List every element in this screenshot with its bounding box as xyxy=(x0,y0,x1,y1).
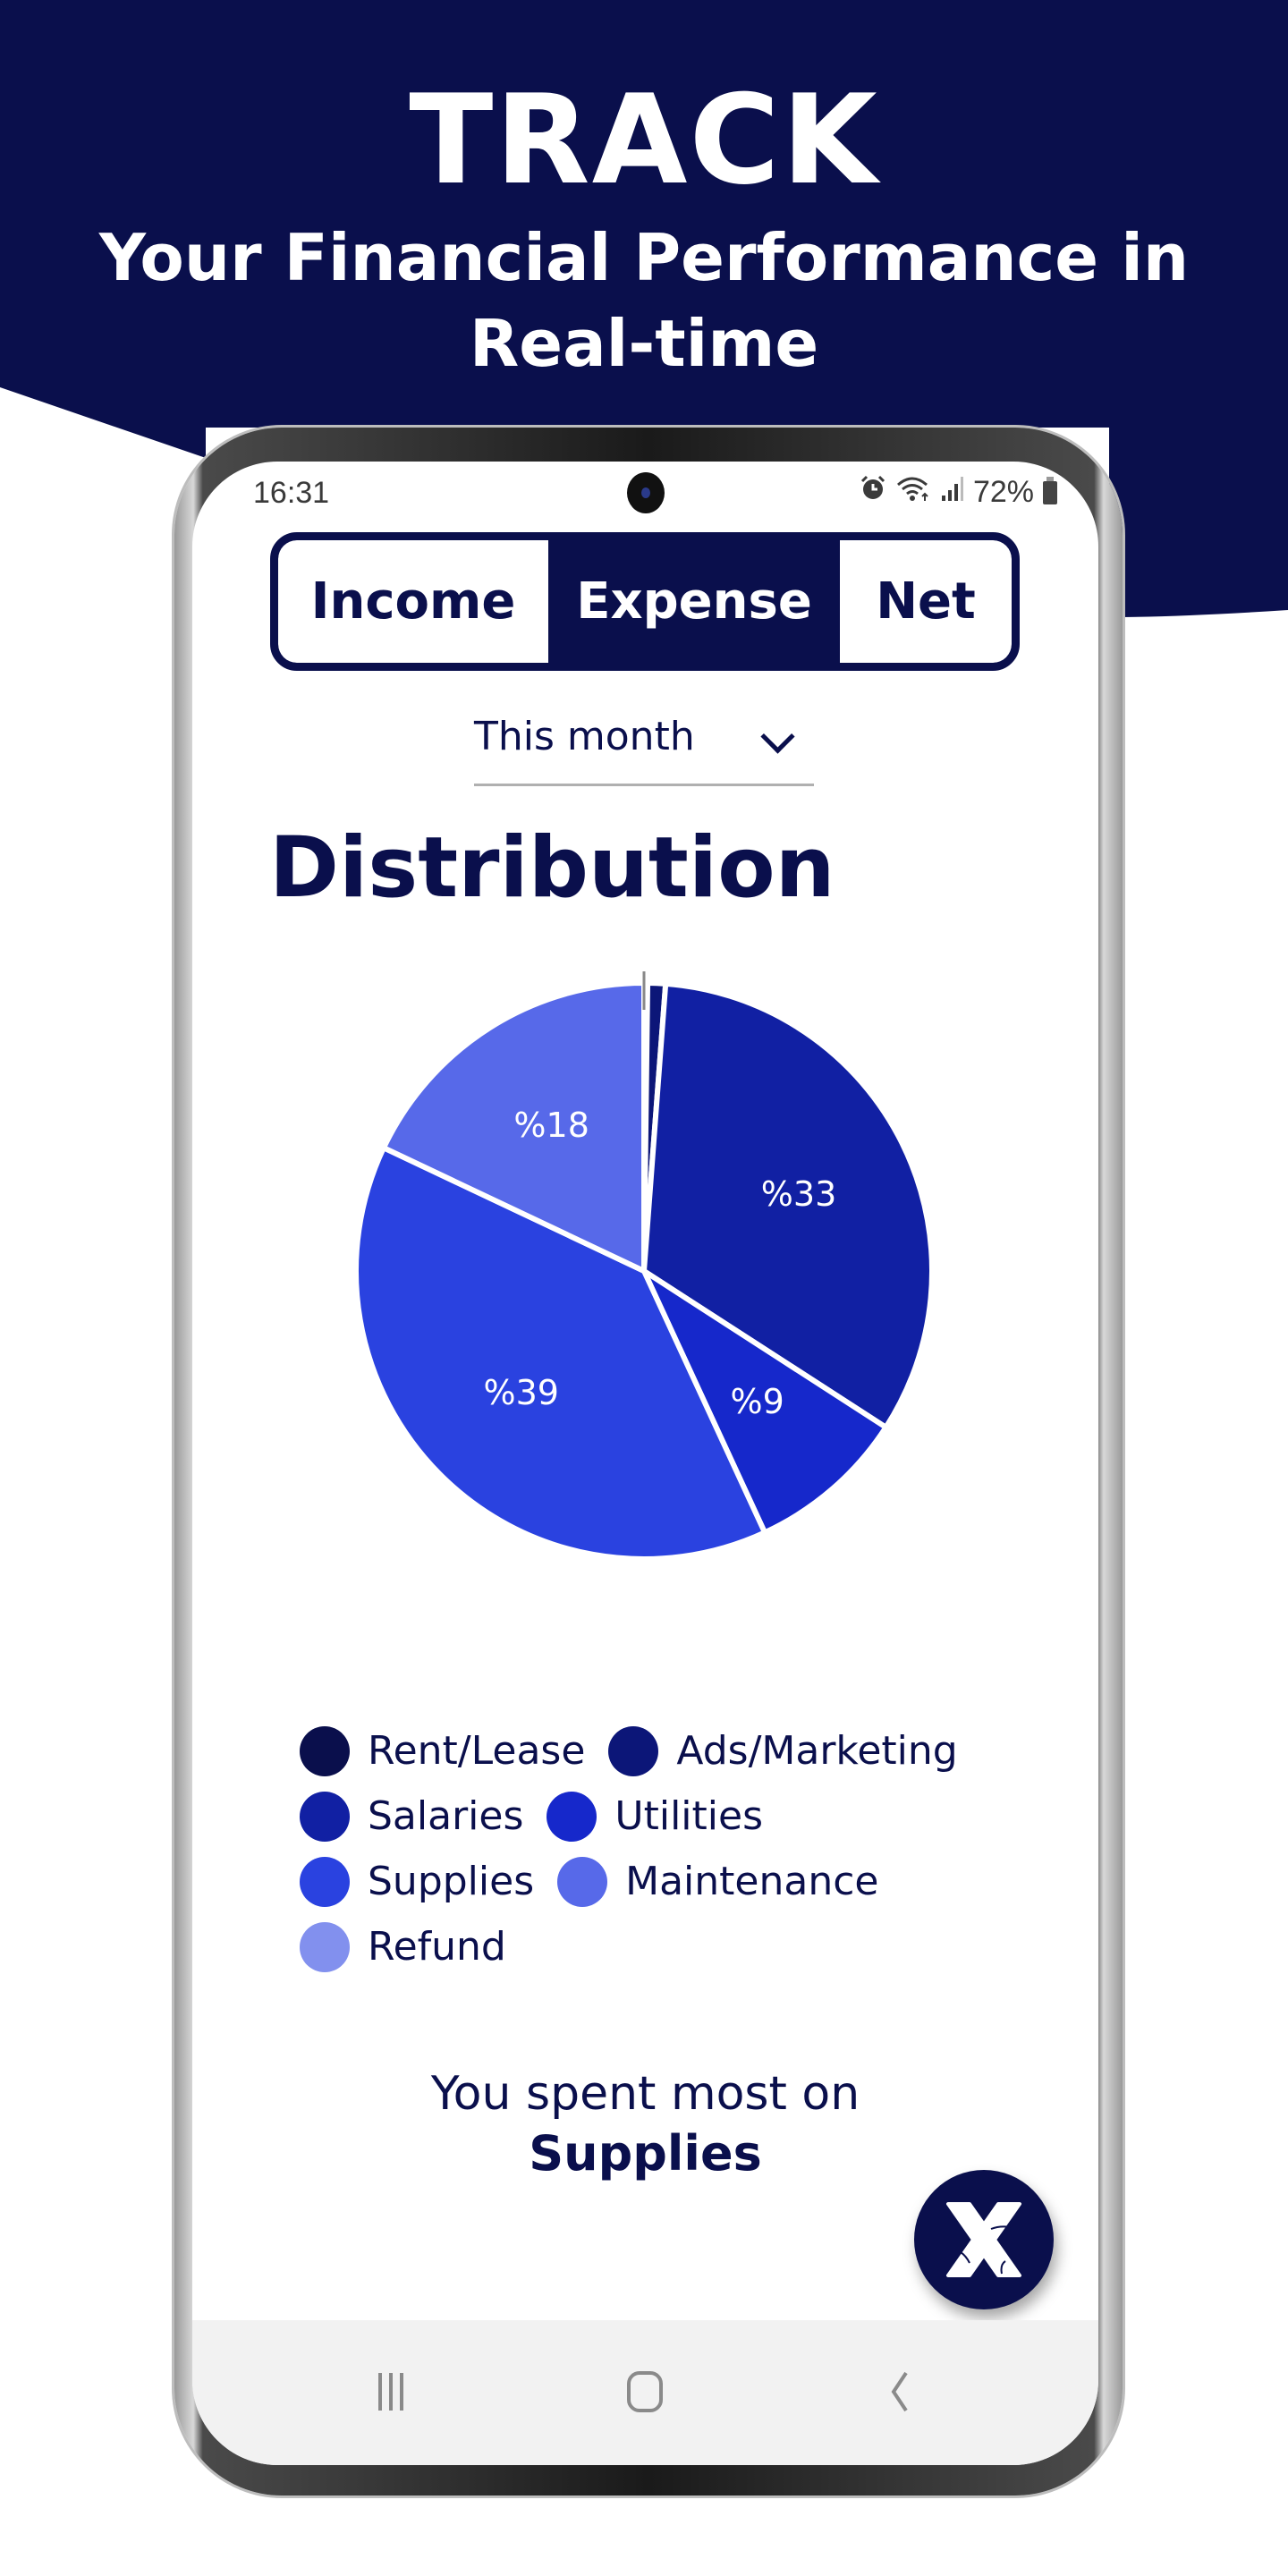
recent-apps-button[interactable] xyxy=(355,2360,427,2423)
type-segmented-control: Income Expense Net xyxy=(270,532,1020,671)
legend-row: Rent/Lease Ads/Marketing xyxy=(300,1718,1033,1784)
pie-label: %18 xyxy=(513,1106,589,1145)
hero-subtitle-line2: Real-time xyxy=(469,306,819,381)
period-dropdown[interactable]: This month xyxy=(474,694,814,786)
legend-label: Maintenance xyxy=(625,1859,879,1904)
period-dropdown-value: This month xyxy=(474,714,695,759)
signal-icon xyxy=(941,474,964,511)
battery-percent: 72% xyxy=(972,475,1034,509)
home-button[interactable] xyxy=(609,2360,681,2423)
legend-label: Utilities xyxy=(614,1793,763,1839)
system-nav-bar xyxy=(192,2320,1098,2465)
phone-frame: 16:31 72% Income Expense Net This month … xyxy=(174,428,1123,2496)
legend-label: Refund xyxy=(368,1924,506,1970)
legend-label: Supplies xyxy=(368,1859,535,1904)
legend-color-dot xyxy=(300,1921,350,1972)
front-camera xyxy=(627,472,665,513)
status-bar: 16:31 72% xyxy=(192,462,1098,524)
legend-color-dot xyxy=(608,1725,659,1776)
pie-label-small: %0 xyxy=(526,971,580,978)
legend-row: Refund xyxy=(300,1914,1033,1979)
chart-legend: Rent/Lease Ads/Marketing Salaries Utilities… xyxy=(300,1718,1033,1979)
tab-income[interactable]: Income xyxy=(278,540,548,663)
legend-item[interactable]: Refund xyxy=(300,1921,506,1972)
recent-apps-icon xyxy=(378,2373,403,2411)
legend-item[interactable]: Salaries xyxy=(300,1791,524,1842)
chevron-down-icon xyxy=(760,719,795,754)
legend-item[interactable]: Utilities xyxy=(547,1791,763,1842)
legend-item[interactable]: Supplies xyxy=(300,1856,535,1907)
insight-text: You spent most on xyxy=(430,2067,860,2121)
pie-label-small: %0 xyxy=(708,971,762,978)
back-button[interactable] xyxy=(863,2360,935,2423)
back-icon xyxy=(891,2371,908,2412)
home-icon xyxy=(627,2371,663,2412)
legend-color-dot xyxy=(547,1791,597,1842)
distribution-pie-chart: %33 %9 %39 %18 %0 %0 xyxy=(192,938,1098,1732)
pie-label: %39 xyxy=(484,1373,559,1412)
legend-label: Ads/Marketing xyxy=(676,1728,958,1774)
hero-title: TRACK xyxy=(409,68,879,212)
legend-color-dot xyxy=(300,1725,350,1776)
tab-expense[interactable]: Expense xyxy=(548,540,840,663)
battery-charging-icon xyxy=(1043,476,1057,504)
hero-subtitle-line1: Your Financial Performance in xyxy=(98,220,1190,295)
x-logo-icon xyxy=(946,2202,1021,2277)
legend-color-dot xyxy=(300,1856,350,1907)
legend-item[interactable]: Rent/Lease xyxy=(300,1725,586,1776)
legend-color-dot xyxy=(557,1856,608,1907)
phone-screen: 16:31 72% Income Expense Net This month … xyxy=(192,462,1098,2465)
section-title: Distribution xyxy=(269,819,835,917)
wifi-icon xyxy=(896,474,932,511)
legend-label: Rent/Lease xyxy=(368,1728,586,1774)
legend-row: Salaries Utilities xyxy=(300,1784,1033,1849)
hero-subtitle: Your Financial Performance in Real-time xyxy=(0,215,1288,386)
legend-color-dot xyxy=(300,1791,350,1842)
alarm-icon xyxy=(859,474,887,511)
status-icons: 72% xyxy=(859,474,1057,511)
status-time: 16:31 xyxy=(253,476,330,510)
pie-label: %33 xyxy=(761,1174,836,1214)
legend-row: Supplies Maintenance xyxy=(300,1849,1033,1914)
fab-button[interactable] xyxy=(914,2170,1054,2309)
pie-label: %9 xyxy=(730,1382,784,1421)
legend-item[interactable]: Maintenance xyxy=(557,1856,879,1907)
legend-label: Salaries xyxy=(368,1793,524,1839)
tab-net[interactable]: Net xyxy=(840,540,1012,663)
legend-item[interactable]: Ads/Marketing xyxy=(608,1725,958,1776)
